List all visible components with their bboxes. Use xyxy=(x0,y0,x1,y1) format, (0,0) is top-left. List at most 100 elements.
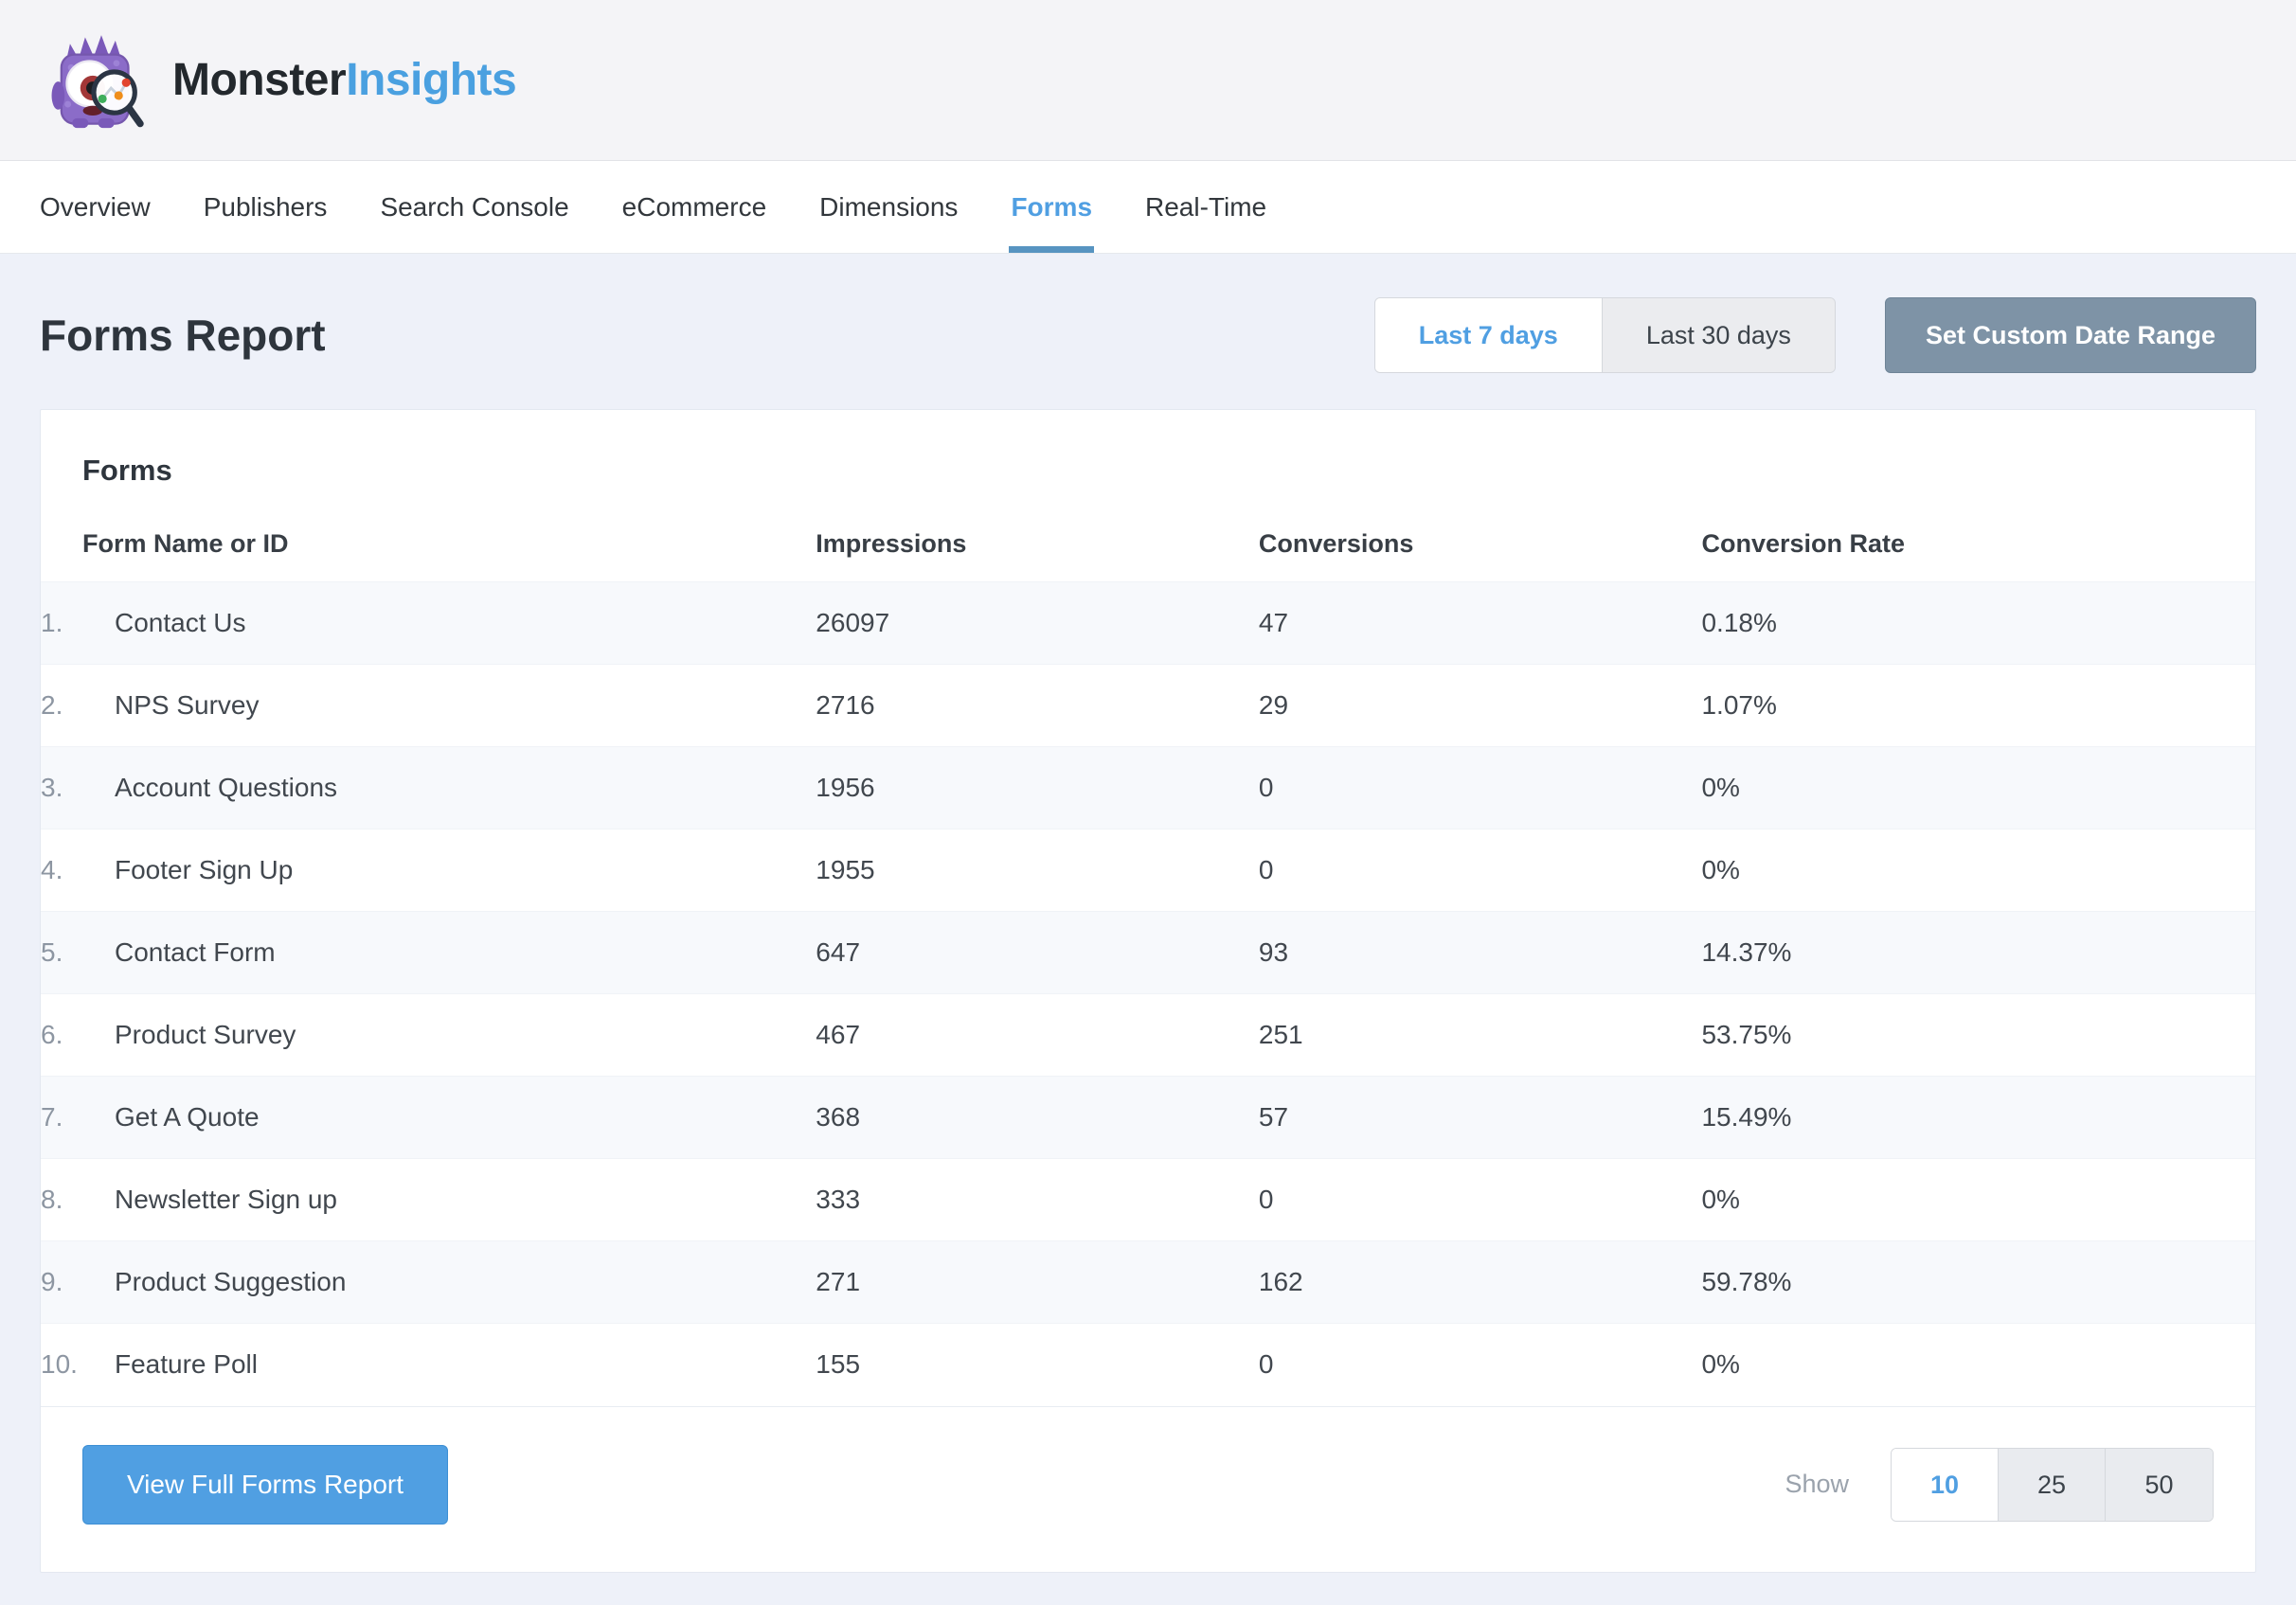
cell-form-name: 5.Contact Form xyxy=(41,912,816,994)
cell-conversions: 0 xyxy=(1259,1324,1702,1406)
app-header: MonsterInsights xyxy=(0,0,2296,161)
table-header-row: Form Name or ID Impressions Conversions … xyxy=(41,514,2255,582)
cell-conversions: 93 xyxy=(1259,912,1702,994)
cell-impressions: 647 xyxy=(816,912,1259,994)
column-header-impressions: Impressions xyxy=(816,514,1259,582)
page-size-10-button[interactable]: 10 xyxy=(1892,1449,1999,1521)
cell-conversions: 29 xyxy=(1259,665,1702,747)
cell-impressions: 333 xyxy=(816,1159,1259,1241)
cell-conversions: 0 xyxy=(1259,829,1702,912)
form-name: Contact Us xyxy=(115,608,246,637)
cell-form-name: 8.Newsletter Sign up xyxy=(41,1159,816,1241)
row-rank: 1. xyxy=(41,608,115,638)
cell-impressions: 26097 xyxy=(816,582,1259,665)
report-content: Forms Report Last 7 days Last 30 days Se… xyxy=(0,297,2296,1601)
card-footer: View Full Forms Report Show 10 25 50 xyxy=(41,1406,2255,1572)
card-title: Forms xyxy=(41,410,2255,514)
report-header: Forms Report Last 7 days Last 30 days Se… xyxy=(40,297,2256,373)
logo-text-monster: Monster xyxy=(172,55,346,105)
date-range-last-30-days-button[interactable]: Last 30 days xyxy=(1603,298,1835,372)
page-size-50-button[interactable]: 50 xyxy=(2106,1449,2213,1521)
form-name: Get A Quote xyxy=(115,1102,260,1132)
cell-conversions: 0 xyxy=(1259,1159,1702,1241)
logo-text-insights: Insights xyxy=(346,55,516,105)
cell-impressions: 1955 xyxy=(816,829,1259,912)
cell-conversion-rate: 1.07% xyxy=(1701,665,2255,747)
cell-conversions: 251 xyxy=(1259,994,1702,1077)
row-rank: 3. xyxy=(41,773,115,803)
table-row: 3.Account Questions 1956 0 0% xyxy=(41,747,2255,829)
cell-conversion-rate: 0% xyxy=(1701,747,2255,829)
cell-conversion-rate: 14.37% xyxy=(1701,912,2255,994)
table-row: 8.Newsletter Sign up 333 0 0% xyxy=(41,1159,2255,1241)
monsterinsights-logo: MonsterInsights xyxy=(40,27,516,134)
table-row: 5.Contact Form 647 93 14.37% xyxy=(41,912,2255,994)
cell-conversion-rate: 0% xyxy=(1701,829,2255,912)
cell-form-name: 1.Contact Us xyxy=(41,582,816,665)
nav-tab-dimensions[interactable]: Dimensions xyxy=(819,161,958,253)
form-name: Account Questions xyxy=(115,773,337,802)
form-name: Product Suggestion xyxy=(115,1267,346,1296)
cell-form-name: 7.Get A Quote xyxy=(41,1077,816,1159)
date-range-last-7-days-button[interactable]: Last 7 days xyxy=(1375,298,1603,372)
form-name: Newsletter Sign up xyxy=(115,1185,337,1214)
table-row: 6.Product Survey 467 251 53.75% xyxy=(41,994,2255,1077)
page-size-25-button[interactable]: 25 xyxy=(1999,1449,2106,1521)
row-rank: 9. xyxy=(41,1267,115,1297)
row-rank: 4. xyxy=(41,855,115,885)
cell-form-name: 6.Product Survey xyxy=(41,994,816,1077)
show-control: Show 10 25 50 xyxy=(1785,1448,2214,1522)
cell-conversion-rate: 53.75% xyxy=(1701,994,2255,1077)
cell-form-name: 4.Footer Sign Up xyxy=(41,829,816,912)
cell-conversion-rate: 0% xyxy=(1701,1159,2255,1241)
set-custom-date-range-button[interactable]: Set Custom Date Range xyxy=(1885,297,2256,373)
nav-tab-overview[interactable]: Overview xyxy=(40,161,151,253)
cell-conversions: 0 xyxy=(1259,747,1702,829)
nav-tab-publishers[interactable]: Publishers xyxy=(204,161,328,253)
date-range-toggle: Last 7 days Last 30 days xyxy=(1374,297,1836,373)
cell-impressions: 271 xyxy=(816,1241,1259,1324)
cell-impressions: 155 xyxy=(816,1324,1259,1406)
cell-conversions: 162 xyxy=(1259,1241,1702,1324)
cell-conversion-rate: 0.18% xyxy=(1701,582,2255,665)
cell-conversion-rate: 0% xyxy=(1701,1324,2255,1406)
nav-tab-search-console[interactable]: Search Console xyxy=(380,161,568,253)
forms-card: Forms Form Name or ID Impressions Conver… xyxy=(40,409,2256,1573)
page: MonsterInsights Overview Publishers Sear… xyxy=(0,0,2296,1605)
row-rank: 10. xyxy=(41,1349,115,1380)
date-controls: Last 7 days Last 30 days Set Custom Date… xyxy=(1374,297,2256,373)
cell-impressions: 2716 xyxy=(816,665,1259,747)
cell-impressions: 1956 xyxy=(816,747,1259,829)
nav-tab-real-time[interactable]: Real-Time xyxy=(1145,161,1266,253)
cell-conversions: 47 xyxy=(1259,582,1702,665)
logo-wordmark: MonsterInsights xyxy=(172,54,516,106)
nav-tab-ecommerce[interactable]: eCommerce xyxy=(622,161,766,253)
page-title: Forms Report xyxy=(40,310,326,361)
form-name: Product Survey xyxy=(115,1020,296,1049)
form-name: Contact Form xyxy=(115,937,276,967)
cell-conversion-rate: 15.49% xyxy=(1701,1077,2255,1159)
table-row: 7.Get A Quote 368 57 15.49% xyxy=(41,1077,2255,1159)
table-row: 4.Footer Sign Up 1955 0 0% xyxy=(41,829,2255,912)
form-name: NPS Survey xyxy=(115,690,260,720)
page-size-toggle: 10 25 50 xyxy=(1891,1448,2214,1522)
cell-form-name: 2.NPS Survey xyxy=(41,665,816,747)
nav-tab-forms[interactable]: Forms xyxy=(1011,161,1092,253)
row-rank: 2. xyxy=(41,690,115,721)
cell-form-name: 3.Account Questions xyxy=(41,747,816,829)
forms-table: Form Name or ID Impressions Conversions … xyxy=(41,514,2255,1406)
column-header-conversion-rate: Conversion Rate xyxy=(1701,514,2255,582)
cell-impressions: 368 xyxy=(816,1077,1259,1159)
cell-form-name: 9.Product Suggestion xyxy=(41,1241,816,1324)
view-full-forms-report-button[interactable]: View Full Forms Report xyxy=(82,1445,448,1525)
cell-form-name: 10.Feature Poll xyxy=(41,1324,816,1406)
table-row: 1.Contact Us 26097 47 0.18% xyxy=(41,582,2255,665)
form-name: Feature Poll xyxy=(115,1349,258,1379)
row-rank: 6. xyxy=(41,1020,115,1050)
monster-mascot-icon xyxy=(40,27,148,134)
table-row: 10.Feature Poll 155 0 0% xyxy=(41,1324,2255,1406)
column-header-form-name: Form Name or ID xyxy=(41,514,816,582)
cell-impressions: 467 xyxy=(816,994,1259,1077)
row-rank: 7. xyxy=(41,1102,115,1132)
table-row: 2.NPS Survey 2716 29 1.07% xyxy=(41,665,2255,747)
